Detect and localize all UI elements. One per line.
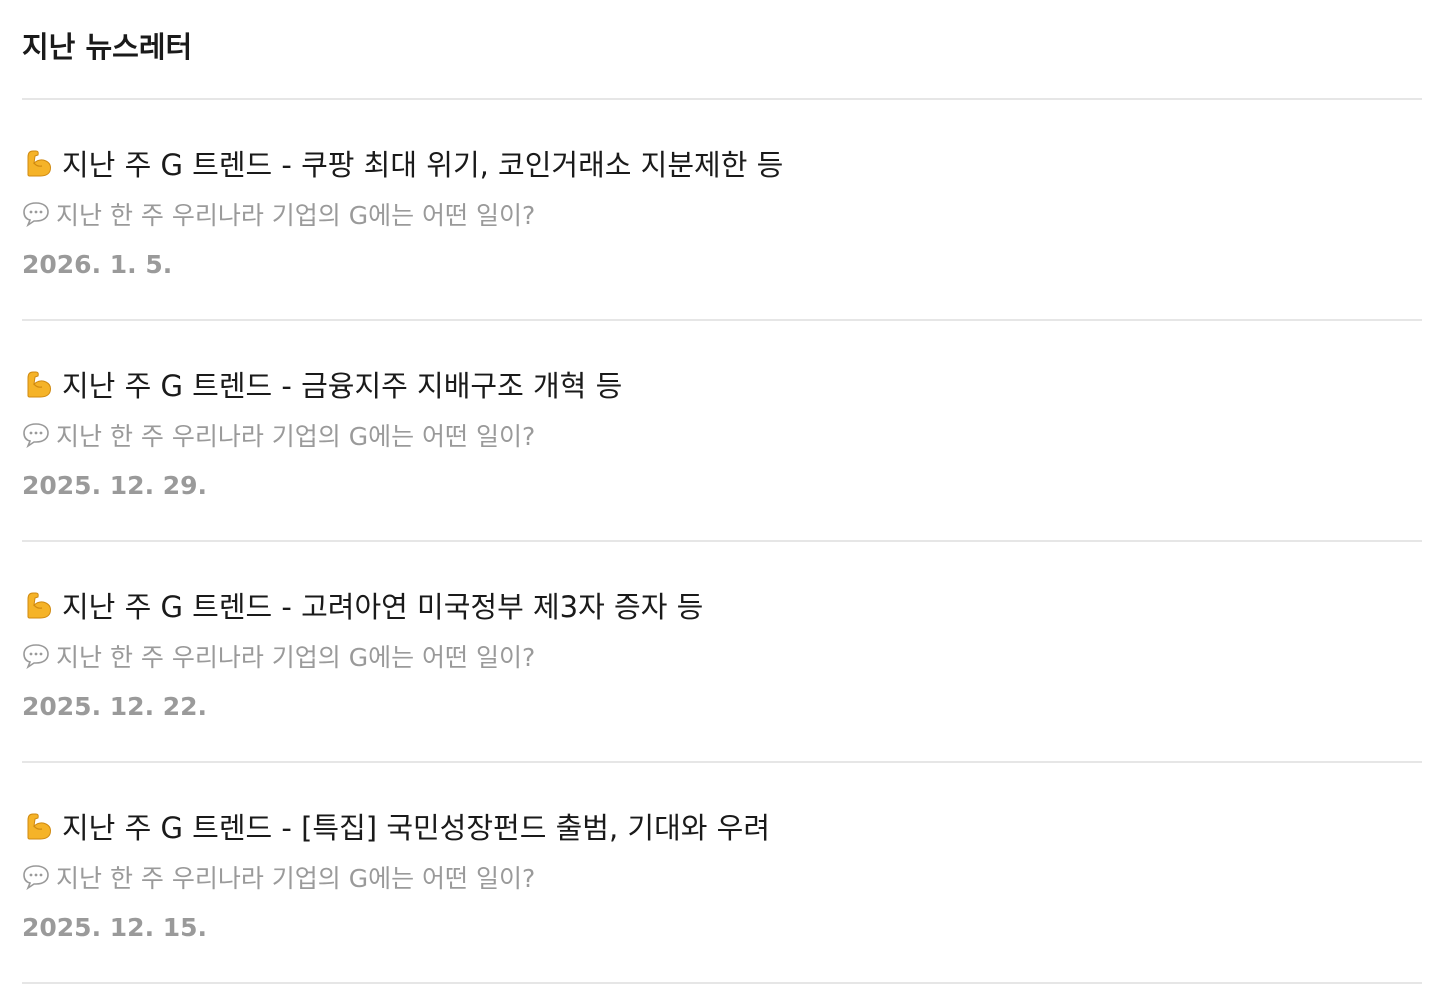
newsletter-post[interactable]: 지난 주 G 트렌드 - 고려아연 미국정부 제3자 증자 등 지난 한 주 우… xyxy=(22,542,1422,763)
post-subtitle-row: 지난 한 주 우리나라 기업의 G에는 어떤 일이? xyxy=(22,638,535,674)
post-subtitle-text: 지난 한 주 우리나라 기업의 G에는 어떤 일이? xyxy=(56,201,536,230)
post-subtitle-text: 지난 한 주 우리나라 기업의 G에는 어떤 일이? xyxy=(56,422,536,451)
flexed-biceps-icon xyxy=(27,592,51,619)
post-title-row[interactable]: 지난 주 G 트렌드 - [특집] 국민성장펀드 출범, 기대와 우려 xyxy=(22,805,770,847)
page-title: 지난 뉴스레터 xyxy=(22,0,1422,100)
newsletter-post[interactable]: 지난 주 G 트렌드 - 쿠팡 최대 위기, 코인거래소 지분제한 등 지난 한… xyxy=(22,100,1422,321)
post-date: 2025. 12. 29. xyxy=(22,471,208,500)
flexed-biceps-icon xyxy=(27,150,51,177)
post-date: 2025. 12. 22. xyxy=(22,692,208,721)
newsletter-archive: 지난 뉴스레터 지난 주 G 트렌드 - 쿠팡 최대 위기, 코인거래소 지분제… xyxy=(22,0,1422,984)
post-subtitle-row: 지난 한 주 우리나라 기업의 G에는 어떤 일이? xyxy=(22,417,535,453)
flexed-biceps-icon xyxy=(27,371,51,398)
speech-balloon-icon xyxy=(23,423,49,448)
speech-balloon-icon xyxy=(23,644,49,669)
post-title-text[interactable]: 지난 주 G 트렌드 - 고려아연 미국정부 제3자 증자 등 xyxy=(62,584,703,626)
post-subtitle-text: 지난 한 주 우리나라 기업의 G에는 어떤 일이? xyxy=(56,643,536,672)
post-title-text[interactable]: 지난 주 G 트렌드 - [특집] 국민성장펀드 출범, 기대와 우려 xyxy=(62,805,770,847)
post-date: 2026. 1. 5. xyxy=(22,250,173,279)
newsletter-post[interactable]: 지난 주 G 트렌드 - [특집] 국민성장펀드 출범, 기대와 우려 지난 한… xyxy=(22,763,1422,984)
newsletter-post[interactable]: 지난 주 G 트렌드 - 금융지주 지배구조 개혁 등 지난 한 주 우리나라 … xyxy=(22,321,1422,542)
post-subtitle-row: 지난 한 주 우리나라 기업의 G에는 어떤 일이? xyxy=(22,859,535,895)
post-title-text[interactable]: 지난 주 G 트렌드 - 쿠팡 최대 위기, 코인거래소 지분제한 등 xyxy=(62,142,783,184)
speech-balloon-icon xyxy=(23,865,49,890)
post-title-text[interactable]: 지난 주 G 트렌드 - 금융지주 지배구조 개혁 등 xyxy=(62,363,622,405)
post-subtitle-text: 지난 한 주 우리나라 기업의 G에는 어떤 일이? xyxy=(56,864,536,893)
speech-balloon-icon xyxy=(23,202,49,227)
post-title-row[interactable]: 지난 주 G 트렌드 - 고려아연 미국정부 제3자 증자 등 xyxy=(22,584,703,626)
post-subtitle-row: 지난 한 주 우리나라 기업의 G에는 어떤 일이? xyxy=(22,196,535,232)
flexed-biceps-icon xyxy=(27,813,51,840)
post-title-row[interactable]: 지난 주 G 트렌드 - 쿠팡 최대 위기, 코인거래소 지분제한 등 xyxy=(22,142,783,184)
post-date: 2025. 12. 15. xyxy=(22,913,208,942)
post-title-row[interactable]: 지난 주 G 트렌드 - 금융지주 지배구조 개혁 등 xyxy=(22,363,622,405)
